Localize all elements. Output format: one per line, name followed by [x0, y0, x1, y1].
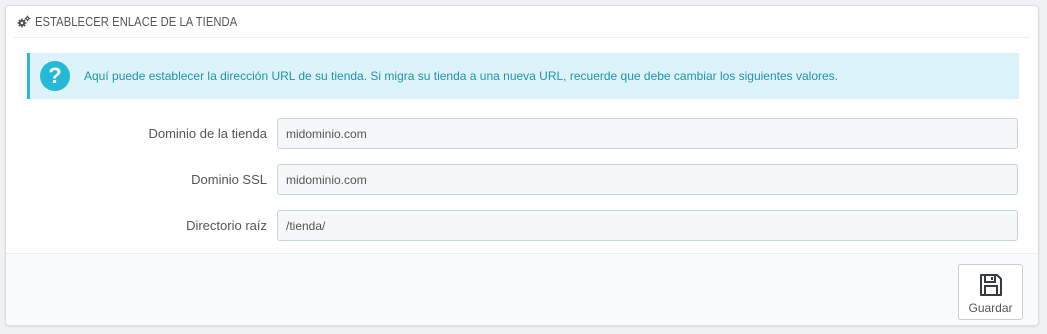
floppy-disk-icon	[979, 274, 1002, 296]
question-icon: ?	[40, 61, 70, 91]
gears-icon	[17, 15, 31, 27]
shop-domain-label: Dominio de la tienda	[148, 126, 267, 141]
panel-heading: ESTABLECER ENLACE DE LA TIENDA	[14, 6, 1030, 38]
form-row-ssl-domain: Dominio SSL	[6, 164, 1038, 195]
panel-title: ESTABLECER ENLACE DE LA TIENDA	[35, 14, 238, 29]
shop-domain-input[interactable]	[277, 118, 1018, 149]
save-button-label: Guardar	[968, 301, 1013, 315]
form-row-root-directory: Directorio raíz	[6, 210, 1038, 241]
ssl-domain-input[interactable]	[277, 164, 1018, 195]
ssl-domain-label: Dominio SSL	[191, 172, 267, 187]
alert-text: Aquí puede establecer la dirección URL d…	[84, 69, 839, 83]
form-row-shop-domain: Dominio de la tienda	[6, 118, 1038, 149]
info-alert: ? Aquí puede establecer la dirección URL…	[27, 53, 1019, 99]
shop-url-panel: ESTABLECER ENLACE DE LA TIENDA ? Aquí pu…	[5, 5, 1039, 326]
save-button[interactable]: Guardar	[958, 264, 1023, 320]
panel-footer: Guardar	[6, 253, 1038, 325]
root-directory-label: Directorio raíz	[186, 218, 267, 233]
root-directory-input[interactable]	[277, 210, 1018, 241]
